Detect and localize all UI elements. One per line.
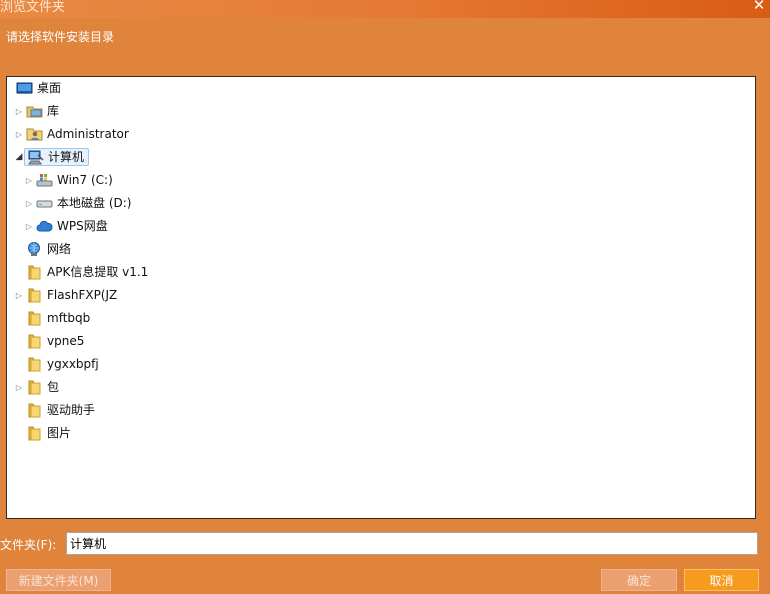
computer-icon	[27, 149, 44, 165]
dialog-prompt: 请选择软件安装目录	[6, 30, 115, 44]
folder-icon	[26, 379, 43, 395]
folder-field-row: 文件夹(F):	[0, 532, 758, 556]
tree-item-label: vpne5	[47, 334, 85, 348]
tree-item-desktop[interactable]: 桌面	[16, 78, 61, 98]
tree-item-label: APK信息提取 v1.1	[47, 265, 149, 279]
title-bar: 浏览文件夹 ✕	[0, 0, 770, 18]
tree-item-drive-d[interactable]: 本地磁盘 (D:)	[36, 193, 131, 213]
expand-arrow-icon[interactable]: ▷	[24, 170, 34, 190]
expand-arrow-icon[interactable]: ▷	[24, 193, 34, 213]
folder-icon	[26, 310, 43, 326]
tree-item-wps-cloud[interactable]: WPS网盘	[36, 216, 108, 236]
tree-item-administrator[interactable]: Administrator	[26, 124, 129, 144]
folder-icon	[26, 287, 43, 303]
folder-input[interactable]	[66, 532, 758, 555]
ok-button[interactable]: 确定	[601, 569, 677, 591]
window-title: 浏览文件夹	[0, 0, 66, 15]
expand-arrow-icon[interactable]: ▷	[24, 216, 34, 236]
tree-item-libraries[interactable]: 库	[26, 101, 59, 121]
tree-item-label: 计算机	[48, 150, 85, 164]
desktop-icon	[16, 80, 33, 96]
folder-icon	[26, 333, 43, 349]
close-button[interactable]: ✕	[748, 0, 770, 14]
new-folder-button[interactable]: 新建文件夹(M)	[6, 569, 111, 591]
tree-item-folder[interactable]: 驱动助手	[26, 400, 95, 420]
tree-item-label: 驱动助手	[47, 403, 96, 417]
system-drive-icon	[36, 172, 53, 188]
tree-item-label: FlashFXP(JZ	[47, 288, 118, 302]
tree-item-label: 图片	[47, 426, 72, 440]
tree-item-folder[interactable]: mftbqb	[26, 308, 90, 328]
folder-field-label: 文件夹(F):	[0, 538, 57, 552]
collapse-arrow-icon[interactable]: ◢	[14, 147, 24, 167]
library-icon	[26, 103, 43, 119]
expand-arrow-icon[interactable]: ▷	[14, 285, 24, 305]
tree-item-label: WPS网盘	[57, 219, 108, 233]
user-folder-icon	[26, 126, 43, 142]
tree-item-label: 库	[47, 104, 60, 118]
folder-icon	[26, 425, 43, 441]
tree-item-folder[interactable]: APK信息提取 v1.1	[26, 262, 148, 282]
tree-item-label: mftbqb	[47, 311, 91, 325]
tree-item-computer[interactable]: 计算机	[24, 148, 90, 166]
tree-item-folder[interactable]: 包	[26, 377, 59, 397]
cloud-icon	[36, 218, 53, 234]
folder-icon	[26, 402, 43, 418]
tree-item-label: Win7 (C:)	[57, 173, 113, 187]
folder-icon	[26, 356, 43, 372]
tree-item-label: 本地磁盘 (D:)	[57, 196, 132, 210]
network-icon	[26, 241, 43, 257]
tree-item-label: 桌面	[37, 81, 62, 95]
tree-item-network[interactable]: 网络	[26, 239, 71, 259]
folder-tree[interactable]: 桌面 ▷ 库 ▷ Administrator ◢ 计算机 ▷ Win7 (C:)…	[6, 76, 756, 519]
folder-icon	[26, 264, 43, 280]
tree-item-folder[interactable]: vpne5	[26, 331, 84, 351]
tree-item-label: 网络	[47, 242, 72, 256]
expand-arrow-icon[interactable]: ▷	[14, 377, 24, 397]
tree-item-label: 包	[47, 380, 60, 394]
tree-item-folder[interactable]: 图片	[26, 423, 71, 443]
tree-item-label: Administrator	[47, 127, 129, 141]
expand-arrow-icon[interactable]: ▷	[14, 101, 24, 121]
tree-item-folder[interactable]: ygxxbpfj	[26, 354, 99, 374]
tree-item-folder[interactable]: FlashFXP(JZ	[26, 285, 117, 305]
hard-drive-icon	[36, 195, 53, 211]
cancel-button[interactable]: 取消	[684, 569, 759, 591]
tree-item-label: ygxxbpfj	[47, 357, 99, 371]
expand-arrow-icon[interactable]: ▷	[14, 124, 24, 144]
tree-item-drive-c[interactable]: Win7 (C:)	[36, 170, 113, 190]
